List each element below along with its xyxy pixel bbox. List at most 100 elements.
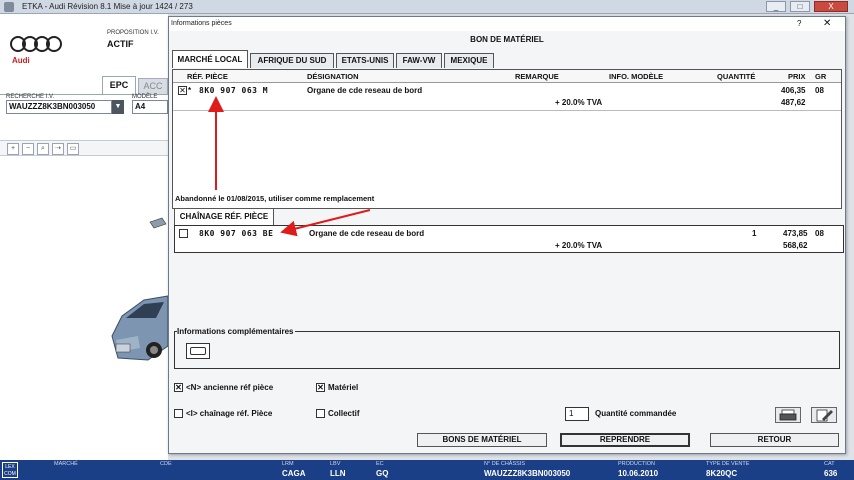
tab-marche-local[interactable]: MARCHÉ LOCAL xyxy=(172,50,248,68)
status-value-production: 10.06.2010 xyxy=(618,469,659,478)
col-info-modele: INFO. MODÈLE xyxy=(609,72,664,81)
model-select[interactable]: A4 xyxy=(132,100,168,114)
row-price: 406,35 xyxy=(781,86,806,95)
lexcom-logo: LEX COM xyxy=(2,462,18,478)
parts-table: RÉF. PIÈCE DÉSIGNATION REMARQUE INFO. MO… xyxy=(172,69,842,209)
background-app-panel: Audi PROPOSITION I.V. ACTIF EPC ACC RECH… xyxy=(0,14,169,460)
zoom-toolbar: + − ⌕ ⇢ ▭ xyxy=(0,140,168,156)
chain-row-checkbox[interactable] xyxy=(179,229,188,238)
tab-mexique[interactable]: MEXIQUE xyxy=(444,53,494,68)
minimize-button[interactable]: _ xyxy=(766,1,786,12)
print-button[interactable] xyxy=(775,407,801,423)
status-label-type-vente: TYPE DE VENTE xyxy=(706,461,750,467)
tab-epc[interactable]: EPC xyxy=(102,76,136,94)
status-value-lrm: CAGA xyxy=(282,469,306,478)
status-label-cat: CAT xyxy=(824,461,835,467)
row-designation: Organe de cde reseau de bord xyxy=(307,86,423,95)
chainage-checkbox[interactable] xyxy=(174,409,183,419)
help-button[interactable]: ? xyxy=(797,19,801,28)
tab-chainage-ref[interactable]: CHAÎNAGE RÉF. PIÈCE xyxy=(174,208,274,225)
collectif-checkbox[interactable] xyxy=(316,409,325,419)
tool-icon[interactable]: ⇢ xyxy=(52,143,64,155)
status-label-cde: CDE xyxy=(160,461,172,467)
edit-button[interactable] xyxy=(811,407,837,423)
chainage-label: <I> chaînage réf. Pièce xyxy=(186,409,273,418)
retour-button[interactable]: RETOUR xyxy=(710,433,839,447)
status-label-chassis: N° DE CHÂSSIS xyxy=(484,461,526,467)
tab-etats-unis[interactable]: ETATS-UNIS xyxy=(336,53,394,68)
quantity-input[interactable]: 1 xyxy=(565,407,589,421)
chain-table: 8K0 907 063 BE Organe de cde reseau de b… xyxy=(174,225,844,253)
dialog-title-bar: Informations pièces ? ✕ xyxy=(169,17,845,31)
option-collectif[interactable]: Collectif xyxy=(316,409,360,419)
edit-icon xyxy=(816,409,833,422)
printer-icon xyxy=(779,409,797,421)
search-input[interactable]: WAUZZZ8K3BN003050 xyxy=(6,100,112,114)
option-ancienne[interactable]: ✕ <N> ancienne réf pièce xyxy=(174,383,274,393)
print-icon[interactable]: ▭ xyxy=(67,143,79,155)
status-value-type-vente: 8K20QC xyxy=(706,469,738,478)
row-tva-label: + 20.0% TVA xyxy=(555,98,603,107)
car-illustration-icon xyxy=(111,295,169,361)
row-divider xyxy=(173,110,841,111)
status-value-ec: GQ xyxy=(376,469,389,478)
option-materiel[interactable]: ✕ Matériel xyxy=(316,383,359,393)
close-button[interactable]: X xyxy=(814,1,848,12)
col-gr: GR xyxy=(815,72,827,81)
col-quantite: QUANTITÉ xyxy=(717,72,756,81)
zoom-fit-icon[interactable]: ⌕ xyxy=(37,143,49,155)
main-title-bar: ETKA - Audi Révision 8.1 Mise à jour 142… xyxy=(0,0,854,14)
reprendre-button[interactable]: REPRENDRE xyxy=(560,433,690,447)
row-checkbox[interactable]: ✕ xyxy=(178,86,187,95)
dialog-close-button[interactable]: ✕ xyxy=(823,18,831,29)
row-star: * xyxy=(188,86,192,95)
maximize-button[interactable]: □ xyxy=(790,1,810,12)
chain-row-tva-label: + 20.0% TVA xyxy=(555,241,603,250)
proposition-value: ACTIF xyxy=(107,39,134,49)
collectif-label: Collectif xyxy=(328,409,360,418)
materiel-label: Matériel xyxy=(328,383,359,392)
dialog-title: Informations pièces xyxy=(171,20,232,27)
row-ref: 8K0 907 063 M xyxy=(199,86,269,95)
part-diagram-icon xyxy=(149,217,167,229)
info-comp-label: Informations complémentaires xyxy=(177,327,296,336)
materiel-checkbox[interactable]: ✕ xyxy=(316,383,325,393)
info-complementaires-box: Informations complémentaires xyxy=(174,327,840,369)
bons-materiel-button[interactable]: BONS DE MATÉRIEL xyxy=(417,433,547,447)
ancienne-label: <N> ancienne réf pièce xyxy=(186,383,274,392)
status-value-lbv: LLN xyxy=(330,469,346,478)
tab-faw-vw[interactable]: FAW-VW xyxy=(396,53,442,68)
chain-row-price: 473,85 xyxy=(783,229,808,238)
note-icon xyxy=(190,347,206,355)
tab-acc[interactable]: ACC xyxy=(138,78,168,94)
status-label-ec: EC xyxy=(376,461,384,467)
chain-row-price-tva: 568,62 xyxy=(783,241,808,250)
col-prix: PRIX xyxy=(788,72,806,81)
table-header: RÉF. PIÈCE DÉSIGNATION REMARQUE INFO. MO… xyxy=(173,70,841,83)
quantity-label: Quantité commandée xyxy=(595,409,677,418)
col-designation: DÉSIGNATION xyxy=(307,72,359,81)
status-label-marche: MARCHÉ xyxy=(54,461,78,467)
main-window-title: ETKA - Audi Révision 8.1 Mise à jour 142… xyxy=(22,2,193,11)
dialog-heading: BON DE MATÉRIEL xyxy=(470,35,544,44)
zoom-in-icon[interactable]: + xyxy=(7,143,19,155)
note-button[interactable] xyxy=(186,343,210,359)
audi-brand-text: Audi xyxy=(12,56,30,65)
option-chainage[interactable]: <I> chaînage réf. Pièce xyxy=(174,409,273,419)
row-gr: 08 xyxy=(815,86,824,95)
chain-row-gr: 08 xyxy=(815,229,824,238)
abandoned-notice: Abandonné le 01/08/2015, utiliser comme … xyxy=(175,194,375,203)
status-label-lbv: LBV xyxy=(330,461,341,467)
ancienne-checkbox[interactable]: ✕ xyxy=(174,383,183,393)
status-value-chassis: WAUZZZ8K3BN003050 xyxy=(484,469,571,478)
status-label-lrm: LRM xyxy=(282,461,294,467)
tab-afrique-du-sud[interactable]: AFRIQUE DU SUD xyxy=(250,53,334,68)
search-dropdown-icon[interactable]: ▼ xyxy=(112,100,124,114)
zoom-out-icon[interactable]: − xyxy=(22,143,34,155)
col-remarque: REMARQUE xyxy=(515,72,559,81)
status-bar: LEX COM MARCHÉ CDE LRM CAGA LBV LLN EC G… xyxy=(0,460,854,480)
chain-row-quantity: 1 xyxy=(752,229,757,238)
proposition-label: PROPOSITION I.V. xyxy=(107,30,159,36)
status-label-production: PRODUCTION xyxy=(618,461,655,467)
audi-logo-icon xyxy=(10,34,62,52)
